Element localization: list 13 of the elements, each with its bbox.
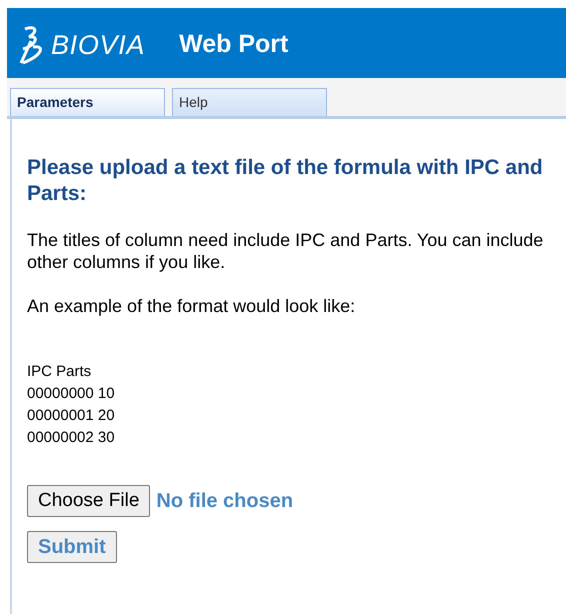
tab[interactable]: Parameters [10, 88, 165, 116]
example-line: 00000000 10 [27, 384, 116, 404]
choose-file-button[interactable]: Choose File [27, 485, 150, 517]
paragraph: The titles of column need include IPC and Parts. You can include other columns if you like. [27, 229, 544, 273]
app-title: Web Port [179, 29, 288, 60]
brand-name: BIOVIA [51, 28, 146, 62]
example-line: IPC Parts [27, 362, 92, 382]
heading: Please upload a text file of the formula with IPC and Parts: [27, 155, 544, 207]
paragraph: An example of the format would look like: [27, 295, 356, 317]
example-line: 00000002 30 [27, 428, 116, 448]
tab[interactable]: Help [172, 88, 327, 116]
example-line: 00000001 20 [27, 406, 116, 426]
file-status: No file chosen [156, 489, 294, 514]
